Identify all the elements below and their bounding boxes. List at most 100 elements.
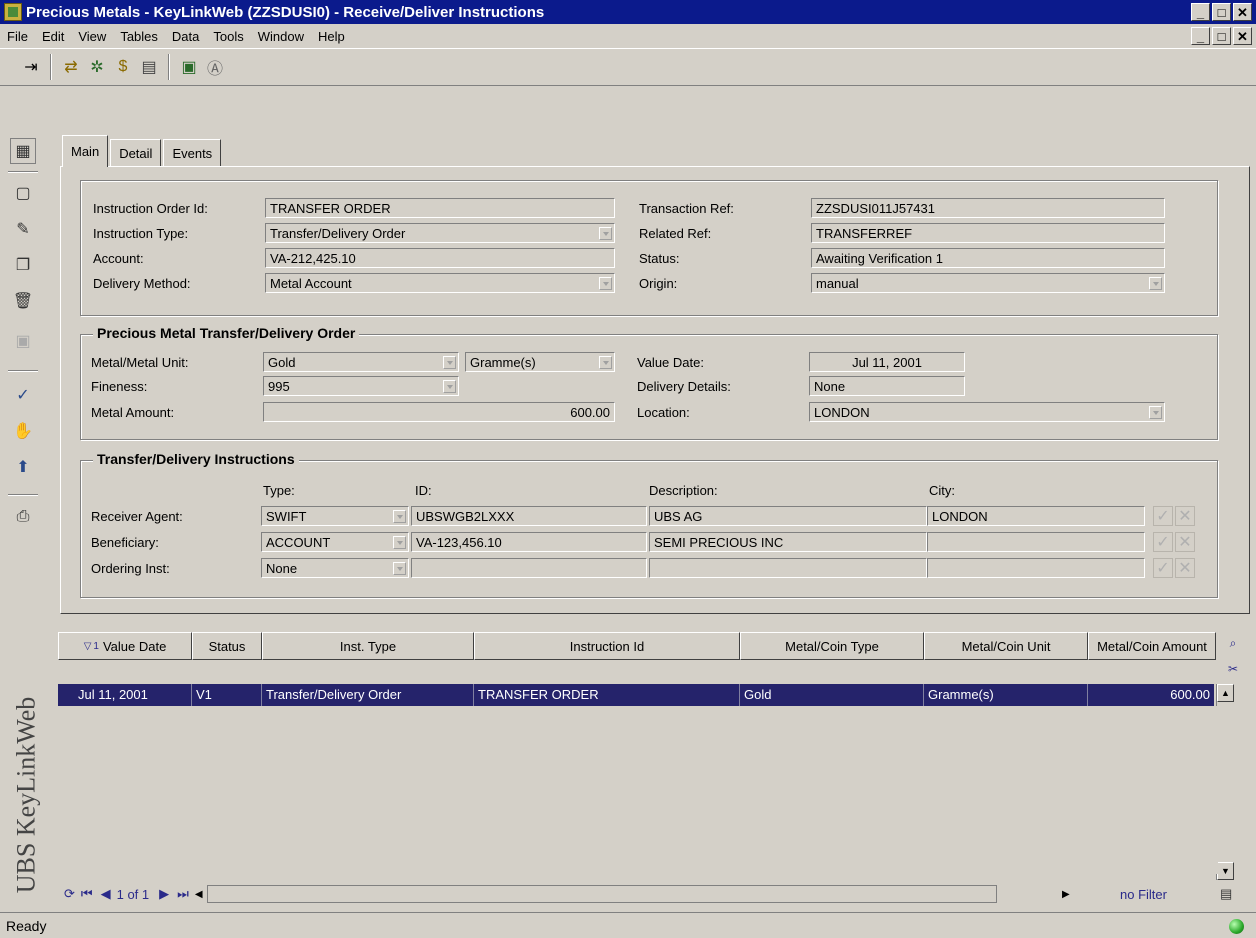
ordering-inst-city-field[interactable] xyxy=(927,558,1145,578)
save-icon[interactable]: ▣ xyxy=(10,328,36,354)
close-button[interactable]: ✕ xyxy=(1233,3,1252,21)
chevron-down-icon[interactable] xyxy=(599,356,612,369)
ordering-inst-id-field[interactable] xyxy=(411,558,647,578)
col-header-metal-unit[interactable]: Metal/Coin Unit xyxy=(924,632,1088,660)
beneficiary-type-select[interactable]: ACCOUNT xyxy=(261,532,409,552)
beneficiary-city-field[interactable] xyxy=(927,532,1145,552)
table-row[interactable]: Jul 11, 2001 V1 Transfer/Delivery Order … xyxy=(58,684,1214,706)
new-document-icon[interactable]: ▢ xyxy=(10,180,36,206)
delivery-method-select[interactable]: Metal Account xyxy=(265,273,615,293)
col-header-metal-amount[interactable]: Metal/Coin Amount xyxy=(1088,632,1216,660)
scroll-left-icon[interactable]: ◀ xyxy=(195,889,203,900)
transaction-ref-field[interactable]: ZZSDUSI011J57431 xyxy=(811,198,1165,218)
search-icon[interactable]: ⌕ xyxy=(1218,636,1248,651)
grid-options-icon[interactable]: ▤ xyxy=(1220,886,1232,902)
clear-icon[interactable]: ✕ xyxy=(1175,532,1195,552)
scroll-down-icon[interactable]: ▼ xyxy=(1217,862,1234,880)
clear-filter-icon[interactable]: ✂ xyxy=(1218,662,1248,676)
horizontal-scrollbar[interactable] xyxy=(206,885,997,903)
print-icon[interactable]: ⎙ xyxy=(10,504,36,530)
chevron-down-icon[interactable] xyxy=(393,562,406,575)
check-icon[interactable]: ✓ xyxy=(1153,558,1173,578)
transfer-icon[interactable]: ⇄ xyxy=(58,54,84,80)
beneficiary-description-field[interactable]: SEMI PRECIOUS INC xyxy=(649,532,927,552)
receiver-agent-description-field[interactable]: UBS AG xyxy=(649,506,927,526)
origin-select[interactable]: manual xyxy=(811,273,1165,293)
next-page-icon[interactable]: ▶ xyxy=(159,886,169,902)
unit-select[interactable]: Gramme(s) xyxy=(465,352,615,372)
beneficiary-id-field[interactable]: VA-123,456.10 xyxy=(411,532,647,552)
money-icon[interactable]: $ xyxy=(110,54,136,80)
instruction-order-id-field[interactable]: TRANSFER ORDER xyxy=(265,198,615,218)
exit-icon[interactable]: ⇥ xyxy=(18,54,44,80)
minimize-button[interactable]: _ xyxy=(1191,3,1210,21)
chevron-down-icon[interactable] xyxy=(1149,277,1162,290)
menu-tables[interactable]: Tables xyxy=(113,29,165,44)
related-ref-field[interactable]: TRANSFERREF xyxy=(811,223,1165,243)
metal-select[interactable]: Gold xyxy=(263,352,459,372)
col-header-metal-type[interactable]: Metal/Coin Type xyxy=(740,632,924,660)
last-page-icon[interactable]: ⏭ xyxy=(177,886,189,902)
clear-icon[interactable]: ✕ xyxy=(1175,506,1195,526)
receiver-agent-id-field[interactable]: UBSWGB2LXXX xyxy=(411,506,647,526)
chevron-down-icon[interactable] xyxy=(393,536,406,549)
tab-events[interactable]: Events xyxy=(163,139,222,167)
col-header-status[interactable]: Status xyxy=(192,632,262,660)
vertical-scrollbar[interactable]: ▲ ▼ xyxy=(1216,684,1234,880)
refresh-icon[interactable]: ⟳ xyxy=(64,886,75,902)
release-icon[interactable]: ⬆ xyxy=(10,454,36,480)
first-page-icon[interactable]: ⏮ xyxy=(81,886,93,902)
maximize-button[interactable]: □ xyxy=(1212,3,1231,21)
col-header-instruction-id[interactable]: Instruction Id xyxy=(474,632,740,660)
copy-icon[interactable]: ❐ xyxy=(10,252,36,278)
info-icon[interactable]: Ⓐ xyxy=(202,54,228,80)
value-date-field[interactable]: Jul 11, 2001 xyxy=(809,352,965,372)
form-view-icon[interactable]: ▦ xyxy=(10,138,36,164)
menu-window[interactable]: Window xyxy=(251,29,311,44)
delete-icon[interactable]: 🗑 xyxy=(10,288,36,314)
delivery-details-field[interactable]: None xyxy=(809,376,965,396)
prev-page-icon[interactable]: ◀ xyxy=(101,886,111,902)
chevron-down-icon[interactable] xyxy=(443,380,456,393)
menu-data[interactable]: Data xyxy=(165,29,206,44)
check-icon[interactable]: ✓ xyxy=(1153,532,1173,552)
edit-document-icon[interactable]: ✎ xyxy=(10,216,36,242)
verify-icon[interactable]: ✓ xyxy=(10,382,36,408)
col-header-inst-type[interactable]: Inst. Type xyxy=(262,632,474,660)
mdi-minimize-button[interactable]: _ xyxy=(1191,27,1210,45)
menu-view[interactable]: View xyxy=(71,29,113,44)
col-header-value-date[interactable]: ▽ 1 Value Date xyxy=(58,632,192,660)
report-icon[interactable]: ▤ xyxy=(136,54,162,80)
receiver-agent-city-field[interactable]: LONDON xyxy=(927,506,1145,526)
authorize-icon[interactable]: ✋ xyxy=(10,418,36,444)
chevron-down-icon[interactable] xyxy=(599,277,612,290)
chevron-down-icon[interactable] xyxy=(393,510,406,523)
metal-amount-field[interactable]: 600.00 xyxy=(263,402,615,422)
chevron-down-icon[interactable] xyxy=(443,356,456,369)
clear-icon[interactable]: ✕ xyxy=(1175,558,1195,578)
instruction-type-select[interactable]: Transfer/Delivery Order xyxy=(265,223,615,243)
ordering-inst-description-field[interactable] xyxy=(649,558,927,578)
status-field[interactable]: Awaiting Verification 1 xyxy=(811,248,1165,268)
scroll-up-icon[interactable]: ▲ xyxy=(1217,684,1234,702)
chevron-down-icon[interactable] xyxy=(599,227,612,240)
receiver-agent-type-select[interactable]: SWIFT xyxy=(261,506,409,526)
chevron-down-icon[interactable] xyxy=(1149,406,1162,419)
menu-edit[interactable]: Edit xyxy=(35,29,71,44)
filter-status[interactable]: no Filter xyxy=(1120,887,1167,902)
filter-row[interactable] xyxy=(58,660,1214,684)
network-icon[interactable]: ✲ xyxy=(84,54,110,80)
tab-main[interactable]: Main xyxy=(62,135,109,167)
help-icon[interactable]: ▣ xyxy=(176,54,202,80)
ordering-inst-type-select[interactable]: None xyxy=(261,558,409,578)
mdi-close-button[interactable]: ✕ xyxy=(1233,27,1252,45)
location-select[interactable]: LONDON xyxy=(809,402,1165,422)
menu-file[interactable]: File xyxy=(0,29,35,44)
account-field[interactable]: VA-212,425.10 xyxy=(265,248,615,268)
scroll-right-icon[interactable]: ▶ xyxy=(1062,889,1070,900)
fineness-select[interactable]: 995 xyxy=(263,376,459,396)
tab-detail[interactable]: Detail xyxy=(110,139,162,167)
check-icon[interactable]: ✓ xyxy=(1153,506,1173,526)
mdi-restore-button[interactable]: □ xyxy=(1212,27,1231,45)
menu-tools[interactable]: Tools xyxy=(206,29,250,44)
